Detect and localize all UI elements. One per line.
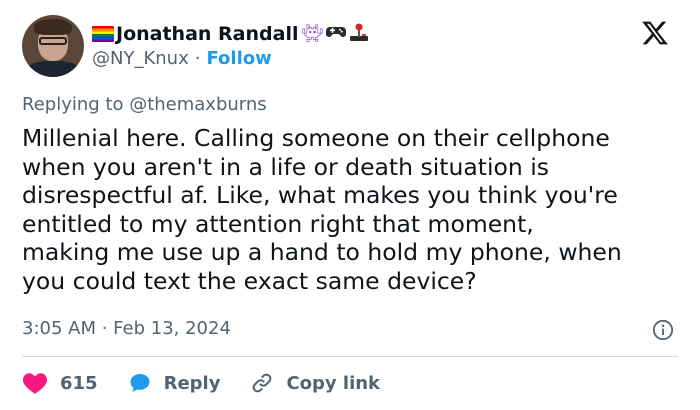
avatar-shirt: [26, 61, 80, 77]
reply-context: Replying to @themaxburns: [22, 94, 267, 115]
tweet-timestamp[interactable]: 3:05 AM · Feb 13, 2024: [22, 318, 231, 339]
rainbow-flag-icon: [92, 26, 114, 42]
like-button[interactable]: 615: [22, 371, 98, 395]
author-handle[interactable]: @NY_Knux: [92, 48, 189, 69]
avatar-glasses: [39, 37, 67, 45]
x-logo-icon[interactable]: [641, 19, 669, 47]
avatar-hair: [34, 19, 72, 35]
tweet-line: Millenial here. Calling someone on their…: [22, 124, 610, 152]
author-display-name[interactable]: Jonathan Randall: [116, 23, 298, 45]
reply-label: Reply: [163, 372, 221, 394]
reply-bubble-icon: [130, 374, 150, 392]
reply-button[interactable]: Reply: [128, 371, 221, 395]
tweet-line: entitled to my attention right that mome…: [22, 209, 534, 238]
divider: [22, 356, 678, 357]
space-invader-icon: 👾︎: [301, 23, 324, 44]
tweet-line: you could text the exact same device?: [22, 266, 477, 295]
heart-icon: [22, 373, 48, 394]
link-icon: [253, 373, 272, 393]
info-icon[interactable]: [652, 319, 674, 341]
copy-link-label: Copy link: [286, 372, 381, 394]
game-controller-icon: [326, 24, 347, 44]
tweet-text: Millenial here. Calling someone on their…: [22, 124, 682, 296]
likes-count: 615: [60, 372, 98, 394]
tweet-line: making me use up a hand to hold my phone…: [22, 238, 622, 267]
avatar[interactable]: [22, 15, 84, 77]
follow-button[interactable]: Follow: [206, 48, 271, 69]
tweet-card: Jonathan Randall 👾︎ @NY_Knux · Follow Re…: [0, 0, 700, 410]
author-name-row[interactable]: Jonathan Randall 👾︎: [92, 21, 369, 47]
tweet-line: when you aren't in a life or death situa…: [22, 152, 550, 181]
joystick-icon: [349, 22, 369, 46]
copy-link-button[interactable]: Copy link: [250, 371, 380, 395]
action-bar: 615 Reply Copy link: [22, 368, 410, 398]
author-handle-row: @NY_Knux · Follow: [92, 48, 272, 69]
separator-dot: ·: [194, 48, 201, 69]
tweet-line: disrespectful af. Like, what makes you t…: [22, 181, 618, 210]
